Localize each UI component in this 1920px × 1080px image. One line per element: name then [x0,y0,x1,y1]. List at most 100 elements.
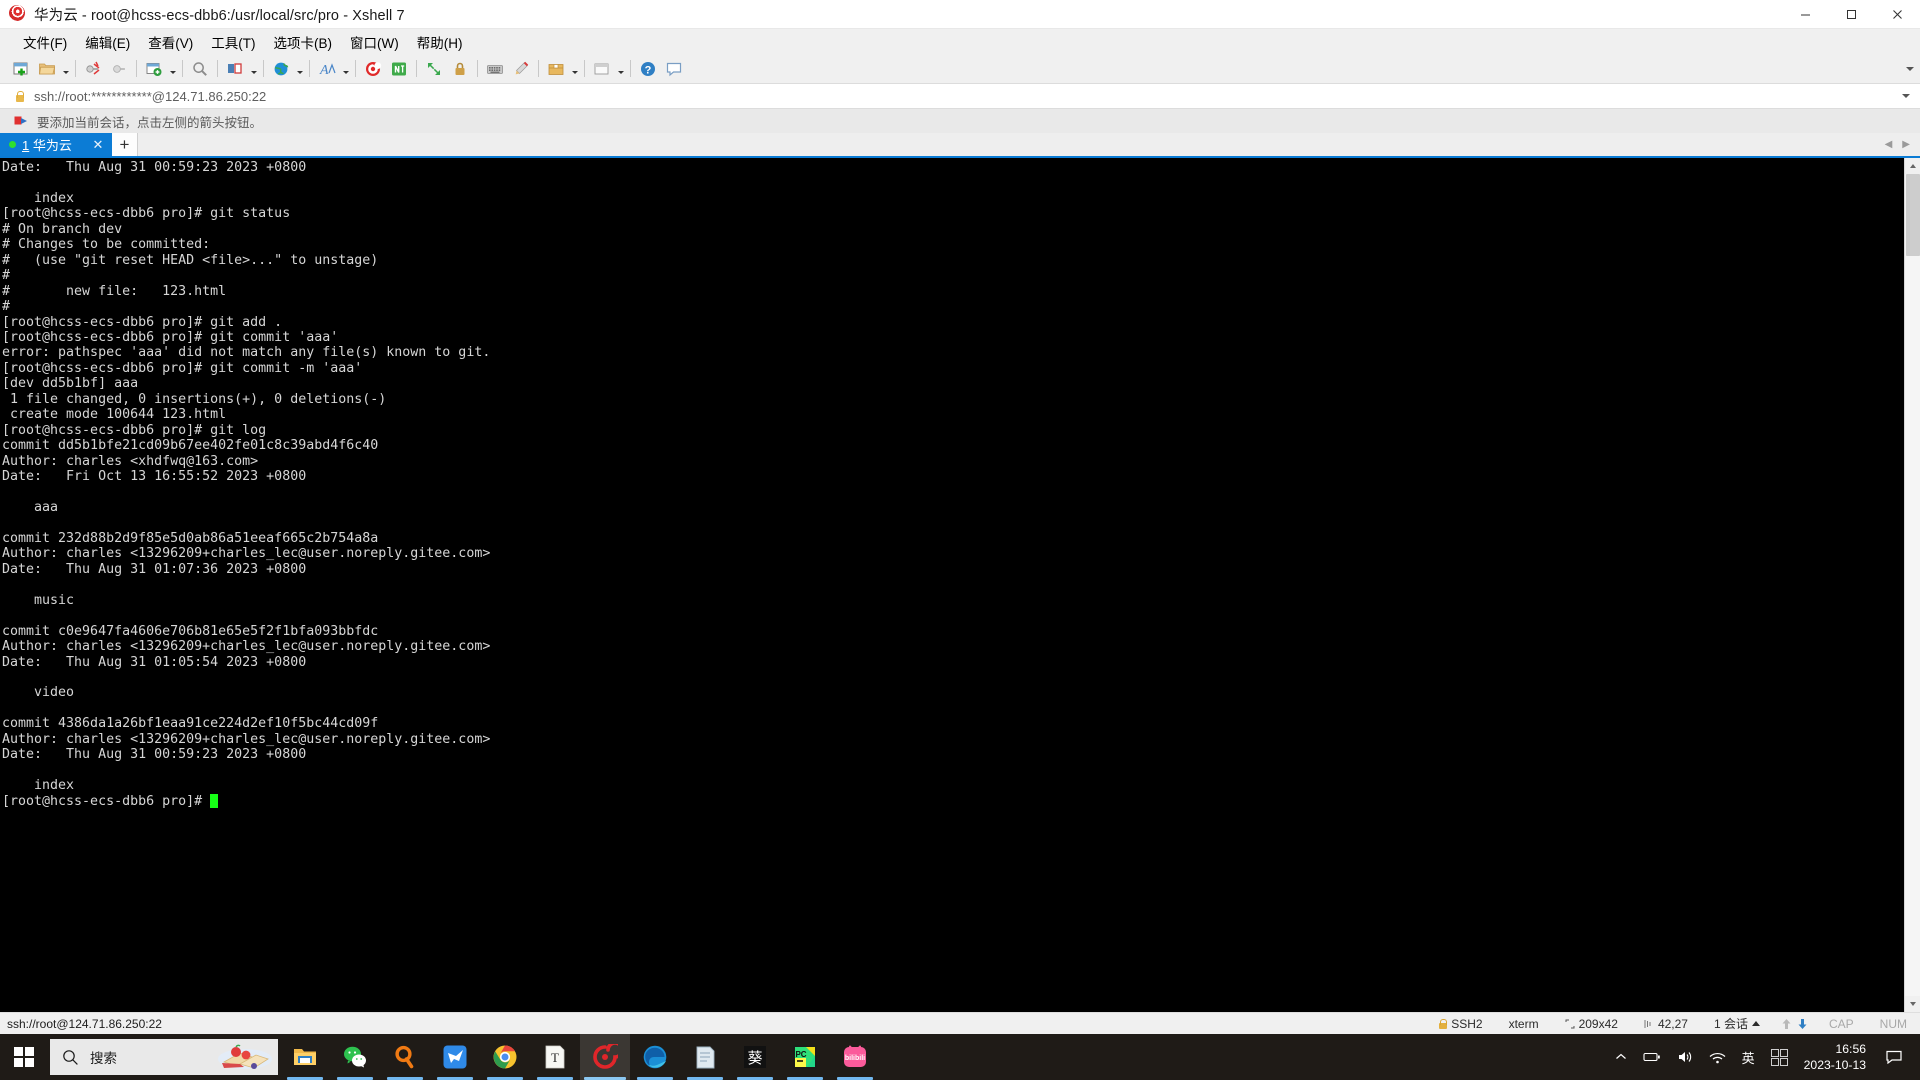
show-desktop-button[interactable] [1910,1034,1920,1080]
terminal-line: [root@hcss-ecs-dbb6 pro]# git log [2,422,267,438]
taskbar-apps: T 葵 PC bilibili [280,1034,880,1080]
taskbar-bilibili[interactable]: bilibili [830,1034,880,1080]
lock-icon[interactable] [447,57,473,81]
download-icon [1798,1018,1807,1029]
new-tab-icon[interactable] [141,57,167,81]
taskbar-pycharm[interactable]: PC [780,1034,830,1080]
status-bar: ssh://root@124.71.86.250:22 SSH2 xterm 2… [0,1012,1920,1034]
scroll-down-icon[interactable] [1904,996,1920,1012]
taskbar-edge[interactable] [630,1034,680,1080]
terminal-area: Date: Thu Aug 31 00:59:23 2023 +0800 ind… [0,158,1920,1012]
menu-window[interactable]: 窗口(W) [341,29,408,55]
toolbar-overflow-icon[interactable] [1906,66,1914,71]
maximize-button[interactable] [1828,0,1874,29]
new-tab-button[interactable]: + [112,133,138,156]
status-sessions[interactable]: 1 会话 [1701,1015,1773,1032]
compose-icon[interactable] [589,57,615,81]
fullscreen-icon[interactable] [421,57,447,81]
chevron-up-icon[interactable] [1751,1021,1760,1026]
xshell-app-icon [6,2,28,24]
font-dropdown[interactable] [340,57,351,81]
terminal-line: commit c0e9647fa4606e706b81e65e5f2f1bfa0… [2,623,379,639]
menu-tabs[interactable]: 选项卡(B) [265,29,342,55]
menu-tools[interactable]: 工具(T) [202,29,264,55]
typora-icon: T [545,1045,565,1069]
taskbar-chrome[interactable] [480,1034,530,1080]
layout-icon[interactable] [222,57,248,81]
package-icon[interactable] [543,57,569,81]
taskbar-search[interactable]: 搜索 [50,1039,278,1075]
terminal-line: # On branch dev [2,221,123,237]
transfer-dropdown[interactable] [294,57,305,81]
compose-dropdown[interactable] [615,57,626,81]
font-icon[interactable]: A [314,57,340,81]
new-tab-dropdown[interactable] [167,57,178,81]
terminal-line: Date: Thu Aug 31 01:05:54 2023 +0800 [2,654,307,670]
terminal-scrollbar[interactable] [1904,158,1920,1012]
terminal-line: Author: charles <13296209+charles_lec@us… [2,546,491,562]
tray-network-icon[interactable] [1701,1034,1734,1080]
everything-search-icon [395,1045,414,1069]
terminal-output[interactable]: Date: Thu Aug 31 00:59:23 2023 +0800 ind… [0,158,1904,1012]
taskbar-notes[interactable] [680,1034,730,1080]
close-button[interactable] [1874,0,1920,29]
address-bar[interactable]: ssh://root:************@124.71.86.250:22 [0,83,1920,109]
chevron-down-icon[interactable] [1902,94,1910,98]
taskbar-bird-app[interactable] [430,1034,480,1080]
tab-huaweicloud[interactable]: 1 华为云 ✕ [0,133,112,156]
open-folder-dropdown[interactable] [60,57,71,81]
tray-volume-icon[interactable] [1669,1034,1701,1080]
window-controls [1782,0,1920,29]
taskbar-typora[interactable]: T [530,1034,580,1080]
scrollbar-track[interactable] [1904,174,1920,996]
taskbar-sunlogin[interactable]: 葵 [730,1034,780,1080]
taskbar-xshell[interactable] [580,1034,630,1080]
tray-clock[interactable]: 16:56 2023-10-13 [1796,1034,1878,1080]
status-right-group: SSH2 xterm 209x42 42,27 1 会话 CAP NUM [1425,1015,1920,1032]
terminal-line: [root@hcss-ecs-dbb6 pro]# git commit 'aa… [2,329,339,345]
tray-overflow-icon[interactable] [1607,1034,1635,1080]
xshell-icon [593,1044,618,1069]
scroll-up-icon[interactable] [1904,158,1920,174]
taskbar-everything[interactable] [380,1034,430,1080]
svg-text:葵: 葵 [747,1050,762,1067]
menu-file[interactable]: 文件(F) [14,29,76,55]
start-button[interactable] [0,1034,48,1080]
open-folder-icon[interactable] [34,57,60,81]
new-session-icon[interactable] [8,57,34,81]
chat-icon[interactable] [661,57,687,81]
terminal-cursor [210,793,219,808]
minimize-button[interactable] [1782,0,1828,29]
tab-bar: 1 华为云 ✕ + ◀ ▶ [0,133,1920,158]
windows-logo-icon [14,1047,34,1067]
disconnect-icon[interactable] [106,57,132,81]
highlight-icon[interactable] [508,57,534,81]
terminal-line: # [2,268,11,284]
reconnect-icon[interactable] [80,57,106,81]
tray-ime-indicator[interactable]: 英 [1734,1034,1763,1080]
tray-battery-icon[interactable] [1635,1034,1669,1080]
keyboard-icon[interactable] [482,57,508,81]
terminal-prompt: [root@hcss-ecs-dbb6 pro]# [2,793,211,809]
layout-dropdown[interactable] [248,57,259,81]
menu-view[interactable]: 查看(V) [139,29,202,55]
xshell-icon[interactable] [360,57,386,81]
tab-scroll-right-icon[interactable]: ▶ [1902,139,1910,150]
package-dropdown[interactable] [569,57,580,81]
xftp-icon[interactable] [386,57,412,81]
action-center-icon[interactable] [1878,1034,1910,1080]
terminal-line: # (use "git reset HEAD <file>..." to uns… [2,252,379,268]
menu-edit[interactable]: 编辑(E) [76,29,139,55]
terminal-line: error: pathspec 'aaa' did not match any … [2,345,491,361]
scrollbar-thumb[interactable] [1905,174,1920,256]
tray-ime-keyboard-icon[interactable] [1763,1034,1796,1080]
tab-close-icon[interactable]: ✕ [91,138,105,151]
menu-help[interactable]: 帮助(H) [408,29,472,55]
taskbar-wechat[interactable] [330,1034,380,1080]
search-icon[interactable] [187,57,213,81]
taskbar-file-explorer[interactable] [280,1034,330,1080]
transfer-icon[interactable] [268,57,294,81]
tab-scroll-left-icon[interactable]: ◀ [1885,139,1893,150]
help-icon[interactable]: ? [635,57,661,81]
